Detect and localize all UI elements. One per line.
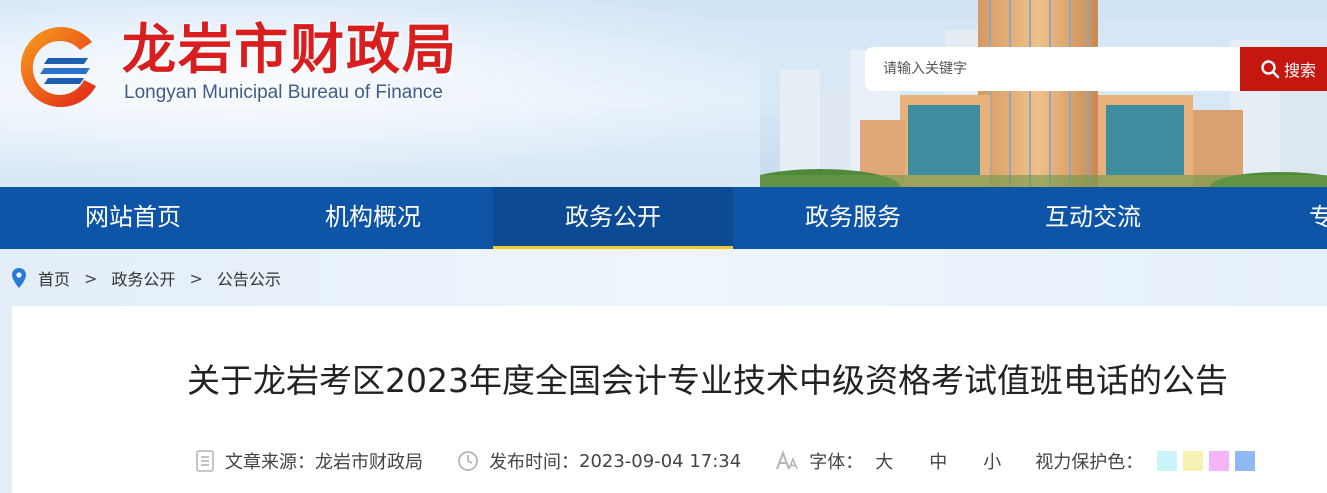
article-source: 文章来源： 龙岩市财政局	[195, 448, 423, 474]
main-nav: 网站首页 机构概况 政务公开 政务服务 互动交流 专题	[0, 187, 1327, 250]
clock-icon	[458, 451, 478, 471]
breadcrumb-government-affairs[interactable]: 政务公开	[111, 266, 175, 290]
font-size-small[interactable]: 小	[983, 448, 1001, 474]
document-icon	[196, 450, 214, 472]
nav-item-government-affairs[interactable]: 政务公开	[493, 187, 733, 250]
finance-bureau-logo[interactable]	[14, 20, 106, 112]
eye-label: 视力保护色：	[1035, 452, 1144, 473]
breadcrumb-separator: >	[84, 268, 98, 288]
search-input[interactable]	[865, 47, 1238, 91]
search-box	[865, 47, 1240, 91]
font-size-icon	[776, 450, 798, 470]
source-value: 龙岩市财政局	[315, 452, 423, 473]
breadcrumb-separator: >	[189, 268, 203, 288]
time-label: 发布时间：	[489, 452, 579, 473]
eye-color-pink[interactable]	[1209, 451, 1230, 471]
nav-item-interaction[interactable]: 互动交流	[973, 187, 1213, 249]
location-pin-icon	[12, 268, 26, 288]
article-panel: 关于龙岩考区2023年度全国会计专业技术中级资格考试值班电话的公告 文章来源： …	[12, 306, 1327, 493]
nav-item-organization[interactable]: 机构概况	[253, 187, 493, 249]
search-button-label: 搜索	[1284, 61, 1317, 80]
eye-protection-control: 视力保护色：	[1035, 448, 1256, 474]
city-skyline-image	[760, 0, 1327, 187]
eye-color-blue[interactable]	[1235, 451, 1256, 471]
eye-color-cyan[interactable]	[1157, 451, 1178, 471]
font-size-control: 字体： 大 中 小	[775, 448, 1001, 474]
site-subtitle: Longyan Municipal Bureau of Finance	[124, 82, 443, 103]
site-header: 龙岩市财政局 Longyan Municipal Bureau of Finan…	[0, 0, 1327, 187]
eye-color-yellow[interactable]	[1183, 451, 1204, 471]
time-value: 2023-09-04 17:34	[579, 450, 742, 472]
article-title: 关于龙岩考区2023年度全国会计专业技术中级资格考试值班电话的公告	[187, 361, 1228, 400]
article-meta: 文章来源： 龙岩市财政局 发布时间： 2023-09-04 17:34 字体： …	[195, 446, 1256, 476]
article-publish-time: 发布时间： 2023-09-04 17:34	[457, 448, 741, 474]
nav-item-topics[interactable]: 专题	[1213, 187, 1327, 249]
search-button[interactable]: 搜索	[1240, 47, 1327, 91]
site-title: 龙岩市财政局	[122, 18, 458, 81]
source-label: 文章来源：	[225, 452, 315, 473]
font-size-medium[interactable]: 中	[929, 448, 947, 474]
breadcrumb: 首页 > 政务公开 > 公告公示	[12, 264, 281, 292]
search-icon	[1261, 60, 1280, 79]
nav-item-home[interactable]: 网站首页	[13, 187, 253, 249]
font-size-large[interactable]: 大	[875, 448, 893, 474]
breadcrumb-home[interactable]: 首页	[38, 266, 70, 290]
breadcrumb-announcements[interactable]: 公告公示	[217, 266, 281, 290]
nav-item-services[interactable]: 政务服务	[733, 187, 973, 249]
font-label: 字体：	[809, 452, 864, 473]
